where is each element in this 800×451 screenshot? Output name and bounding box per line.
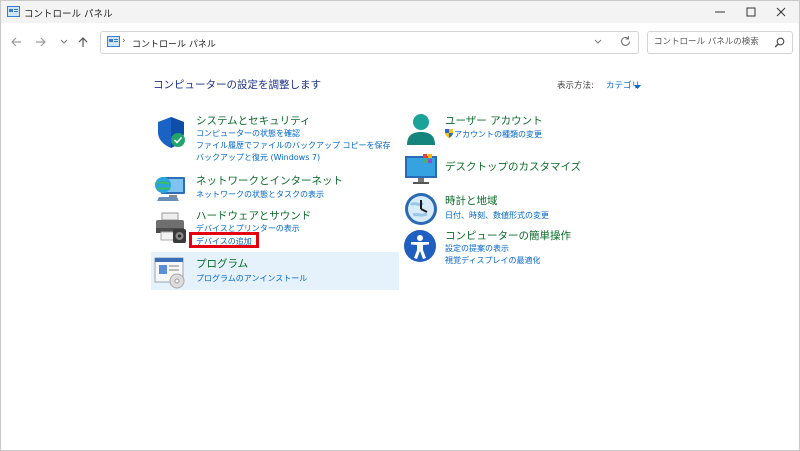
- arrow-up-icon: [78, 37, 88, 47]
- link-change-account-type-label: アカウントの種類の変更: [454, 130, 542, 139]
- up-button[interactable]: [74, 33, 92, 51]
- search-icon[interactable]: [774, 37, 785, 51]
- minimize-icon: [715, 11, 725, 13]
- forward-button[interactable]: [32, 33, 50, 51]
- link-file-history-backup[interactable]: ファイル履歴でファイルのバックアップ コピーを保存: [196, 140, 391, 151]
- link-optimize-visual-display[interactable]: 視覚ディスプレイの最適化: [445, 255, 540, 266]
- annotation-red-box: [189, 232, 259, 248]
- control-panel-icon: [107, 36, 120, 50]
- link-backup-restore[interactable]: バックアップと復元 (Windows 7): [196, 152, 320, 163]
- link-change-account-type[interactable]: アカウントの種類の変更: [445, 129, 542, 140]
- view-by-label: 表示方法:: [557, 81, 594, 91]
- link-review-computer-status[interactable]: コンピューターの状態を確認: [196, 128, 300, 139]
- link-change-date-time-format[interactable]: 日付、時刻、数値形式の変更: [445, 210, 549, 221]
- maximize-icon: [746, 7, 756, 17]
- link-network-status-tasks[interactable]: ネットワークの状態とタスクの表示: [196, 189, 324, 200]
- search-box[interactable]: [647, 31, 793, 54]
- window-title: コントロール パネル: [24, 9, 113, 20]
- page-title: コンピューターの設定を調整します: [153, 79, 321, 91]
- arrow-right-icon: [36, 37, 46, 47]
- category-programs[interactable]: プログラム: [196, 256, 248, 271]
- address-bar[interactable]: › コントロール パネル: [100, 31, 639, 54]
- chevron-down-icon: [60, 39, 68, 44]
- caret-down-icon[interactable]: [634, 83, 641, 93]
- refresh-button[interactable]: [619, 35, 632, 51]
- category-user-accounts[interactable]: ユーザー アカウント: [445, 113, 543, 128]
- category-ease-of-access[interactable]: コンピューターの簡単操作: [445, 228, 571, 243]
- arrow-left-icon: [11, 37, 21, 47]
- refresh-icon: [621, 36, 631, 46]
- close-icon: [776, 7, 786, 17]
- category-hardware-sound[interactable]: ハードウェアとサウンド: [196, 208, 311, 223]
- clock-region-icon[interactable]: [403, 191, 439, 225]
- back-button[interactable]: [7, 33, 25, 51]
- category-system-security[interactable]: システムとセキュリティ: [196, 113, 311, 128]
- desktop-personalization-icon[interactable]: [403, 153, 439, 187]
- link-let-windows-suggest-settings[interactable]: 設定の提案の表示: [445, 243, 509, 254]
- uac-shield-icon: [445, 129, 453, 138]
- control-panel-window: コントロール パネル › コントロール パネル コントロール パネルの検索 コン…: [0, 0, 800, 451]
- user-accounts-icon[interactable]: [403, 111, 439, 145]
- title-bar: コントロール パネル: [1, 1, 799, 23]
- link-uninstall-program[interactable]: プログラムのアンインストール: [196, 273, 307, 284]
- breadcrumb-separator-icon: ›: [122, 36, 126, 46]
- hardware-printer-icon[interactable]: [153, 211, 189, 245]
- category-desktop-customization[interactable]: デスクトップのカスタマイズ: [445, 159, 581, 174]
- chevron-down-icon: [594, 39, 602, 44]
- category-clock-region[interactable]: 時計と地域: [445, 193, 498, 208]
- search-input[interactable]: [654, 35, 769, 48]
- address-dropdown-button[interactable]: [593, 37, 603, 50]
- recent-locations-button[interactable]: [55, 33, 73, 51]
- control-panel-app-icon: [7, 6, 20, 17]
- programs-icon[interactable]: [153, 255, 189, 289]
- close-button[interactable]: [761, 1, 800, 23]
- ease-of-access-icon[interactable]: [403, 229, 439, 263]
- system-security-shield-icon[interactable]: [153, 115, 189, 149]
- breadcrumb-control-panel[interactable]: コントロール パネル: [132, 37, 216, 50]
- network-globe-icon[interactable]: [153, 171, 189, 205]
- category-network-internet[interactable]: ネットワークとインターネット: [196, 173, 343, 188]
